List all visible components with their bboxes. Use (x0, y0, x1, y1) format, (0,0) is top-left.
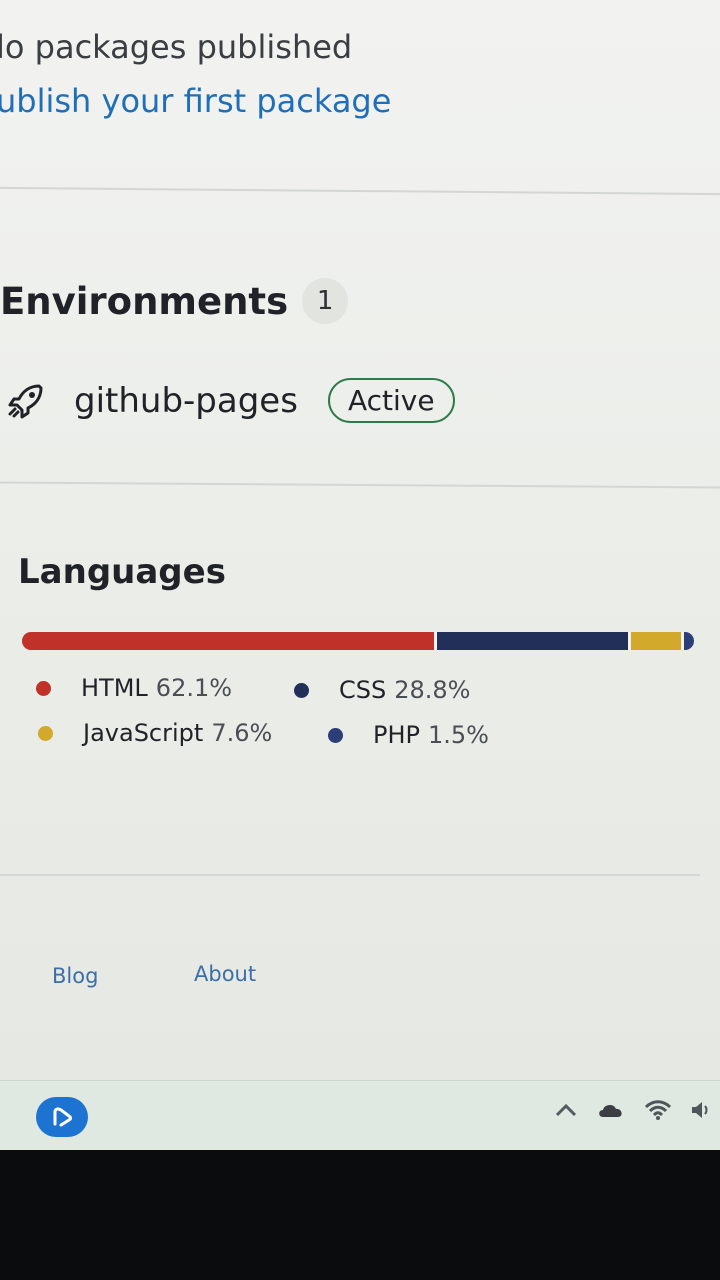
language-percent: 7.6% (211, 719, 273, 747)
legend-item-css[interactable]: CSS 28.8% (294, 676, 470, 704)
language-bar-segment-html (22, 632, 437, 650)
language-percent: 62.1% (155, 674, 233, 702)
environment-item[interactable]: github-pages Active (6, 378, 455, 423)
language-name: HTML (81, 674, 148, 702)
php-color-dot (328, 727, 343, 743)
divider (0, 481, 720, 489)
cloud-icon[interactable] (596, 1101, 626, 1123)
legend-item-javascript[interactable]: JavaScript 7.6% (38, 719, 272, 747)
publish-package-link[interactable]: ublish your first package (0, 82, 391, 120)
footer-link-blog[interactable]: Blog (52, 964, 98, 988)
wifi-icon[interactable] (644, 1099, 672, 1125)
environments-heading: Environments 1 (0, 278, 349, 324)
browser-icon[interactable] (36, 1097, 88, 1137)
environments-count-badge: 1 (302, 278, 349, 324)
javascript-color-dot (38, 725, 53, 741)
language-name: PHP (373, 721, 420, 749)
rocket-icon (6, 381, 46, 421)
taskbar (0, 1080, 720, 1151)
languages-title: Languages (18, 552, 226, 592)
chevron-up-icon[interactable] (554, 1102, 578, 1122)
monitor-bezel (0, 1150, 720, 1280)
language-percent: 1.5% (428, 721, 489, 749)
language-bar-segment-css (436, 632, 631, 650)
languages-bar (22, 632, 694, 650)
divider (0, 186, 720, 196)
environments-title: Environments (0, 279, 289, 323)
footer-link-about[interactable]: About (194, 962, 256, 986)
screen: lo packages published ublish your first … (0, 0, 720, 1080)
speaker-icon[interactable] (690, 1099, 712, 1125)
language-bar-segment-php (684, 632, 694, 650)
divider (0, 874, 700, 876)
system-tray (554, 1099, 712, 1125)
legend-item-php[interactable]: PHP 1.5% (328, 721, 489, 749)
language-name: CSS (339, 676, 387, 704)
html-color-dot (36, 680, 51, 696)
language-bar-segment-javascript (630, 632, 685, 650)
language-percent: 28.8% (394, 676, 471, 704)
environment-name[interactable]: github-pages (74, 381, 298, 421)
packages-empty-text: lo packages published (0, 28, 353, 66)
legend-item-html[interactable]: HTML 62.1% (36, 674, 232, 702)
status-badge: Active (327, 378, 455, 423)
language-name: JavaScript (83, 719, 204, 747)
css-color-dot (294, 682, 309, 698)
